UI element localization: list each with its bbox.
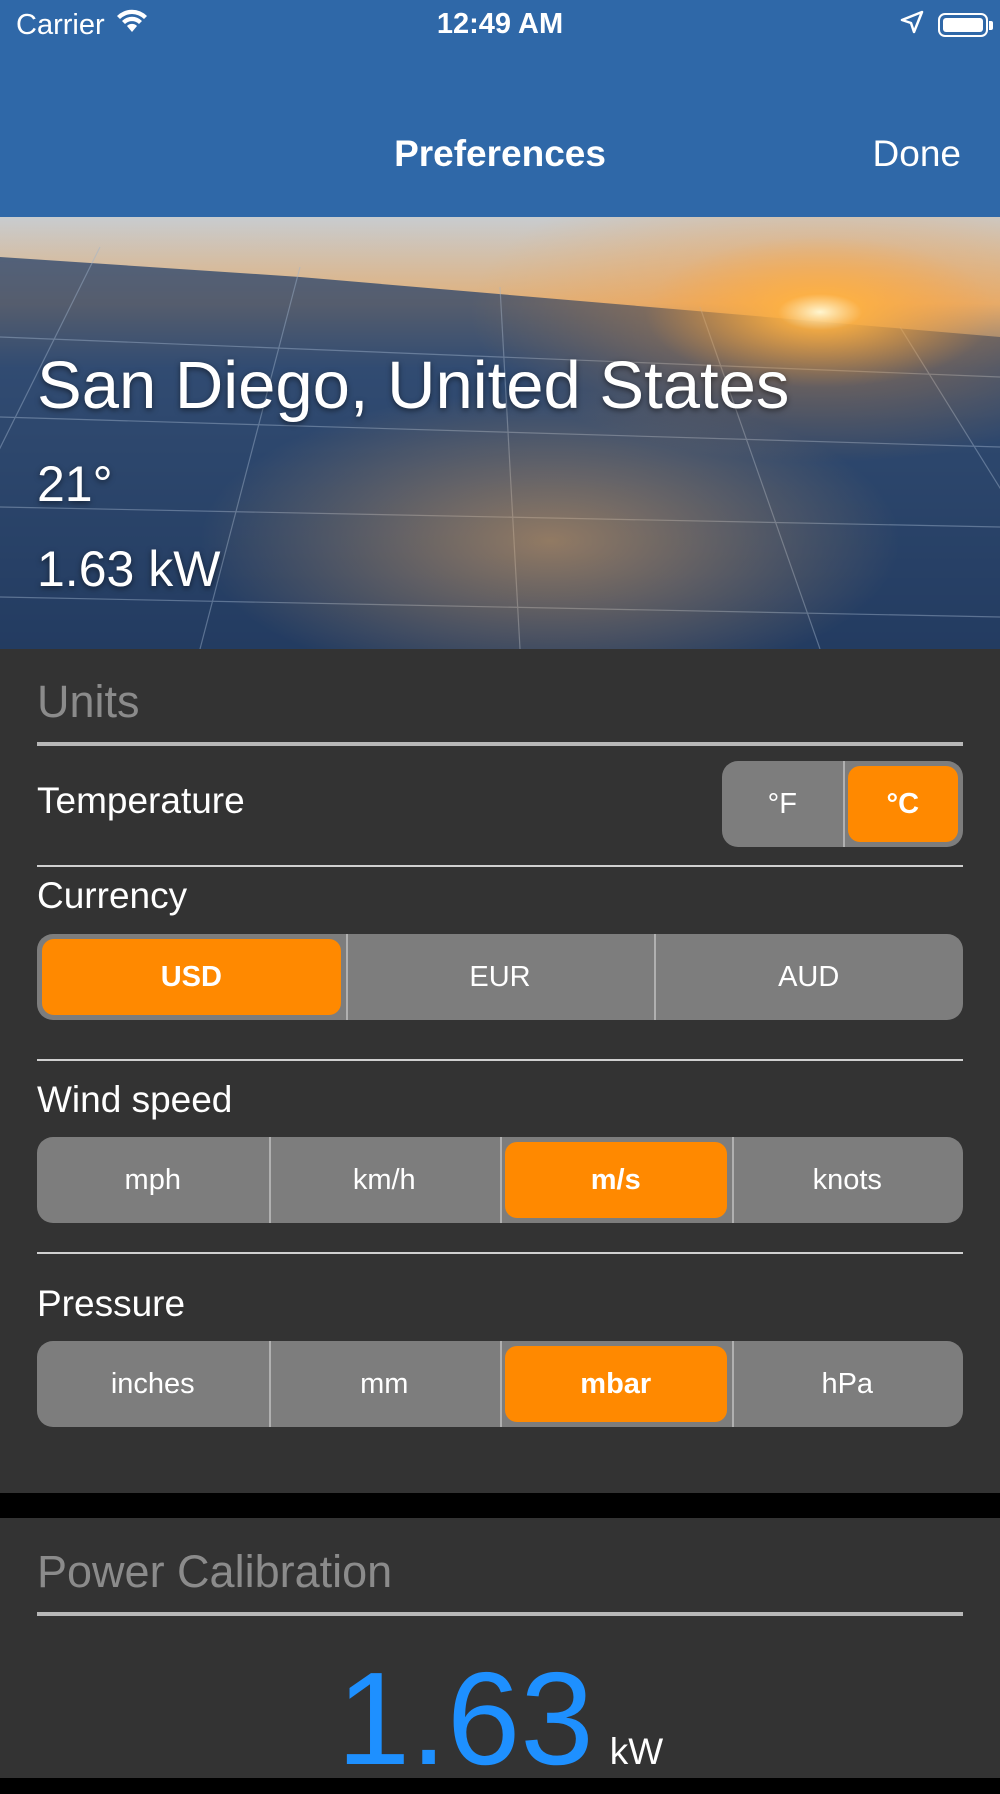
current-power: 1.63 kW (37, 541, 221, 597)
units-divider (37, 742, 963, 746)
done-button[interactable]: Done (873, 133, 961, 175)
battery-icon (938, 12, 993, 37)
wind-option-mph[interactable]: mph (37, 1137, 269, 1223)
page-title: Preferences (394, 133, 606, 174)
row-divider (37, 1252, 963, 1254)
temperature-label: Temperature (37, 780, 245, 821)
temperature-segmented-control: °F °C (722, 761, 963, 847)
location-arrow-icon (900, 10, 924, 39)
power-value-unit: kW (609, 1731, 664, 1772)
power-value-number: 1.63 (336, 1645, 594, 1792)
currency-segmented-control: USD EUR AUD (37, 934, 963, 1020)
power-calibration-title: Power Calibration (37, 1546, 393, 1597)
units-section-title: Units (37, 676, 140, 727)
power-calibration-divider (37, 1612, 963, 1616)
temperature-option-c[interactable]: °C (842, 761, 964, 847)
wind-speed-label: Wind speed (37, 1079, 233, 1120)
currency-option-aud[interactable]: AUD (654, 934, 963, 1020)
wind-speed-segmented-control: mph km/h m/s knots (37, 1137, 963, 1223)
status-right-icons (900, 10, 993, 39)
pressure-option-mbar[interactable]: mbar (500, 1341, 732, 1427)
units-section: Units Temperature °F °C Currency USD EUR… (0, 649, 1000, 1493)
wind-option-knots[interactable]: knots (731, 1137, 964, 1223)
wind-option-ms[interactable]: m/s (500, 1137, 732, 1223)
row-divider (37, 1059, 963, 1061)
power-calibration-value[interactable]: 1.63 kW (0, 1643, 1000, 1794)
pressure-segmented-control: inches mm mbar hPa (37, 1341, 963, 1427)
currency-option-eur[interactable]: EUR (345, 934, 655, 1020)
row-divider (37, 865, 963, 867)
wind-option-kmh[interactable]: km/h (268, 1137, 501, 1223)
location-name: San Diego, United States (37, 348, 790, 423)
power-calibration-section: Power Calibration 1.63 kW (0, 1518, 1000, 1792)
temperature-option-f[interactable]: °F (722, 761, 843, 847)
navigation-bar: Carrier 12:49 AM Preferences Done (0, 0, 1000, 217)
currency-label: Currency (37, 875, 188, 916)
currency-option-usd[interactable]: USD (37, 934, 346, 1020)
pressure-option-hpa[interactable]: hPa (731, 1341, 964, 1427)
pressure-option-mm[interactable]: mm (268, 1341, 501, 1427)
status-time: 12:49 AM (436, 8, 564, 40)
location-hero: San Diego, United States 21° 1.63 kW (0, 217, 1000, 649)
pressure-option-inches[interactable]: inches (37, 1341, 269, 1427)
current-temperature: 21° (37, 456, 113, 512)
pressure-label: Pressure (37, 1283, 186, 1324)
